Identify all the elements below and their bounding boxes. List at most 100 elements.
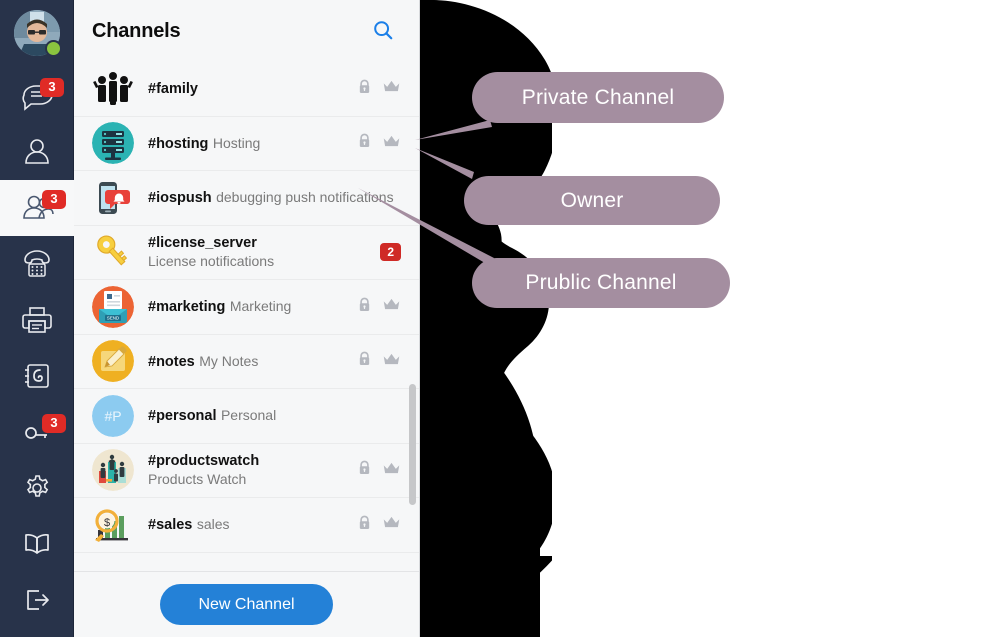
callout-public-channel[interactable]: Prublic Channel xyxy=(472,258,730,308)
crown-icon xyxy=(382,78,401,99)
phone-alert-icon-avatar xyxy=(92,176,134,219)
channels-panel: Channels #family #hosting Hosting #iospu… xyxy=(74,0,420,637)
channel-name: #productswatch xyxy=(148,452,260,469)
svg-text:$: $ xyxy=(104,517,110,529)
list-item-text: #license_server License notifications xyxy=(148,234,380,271)
list-item-text: #family xyxy=(148,79,356,99)
list-item-text: #sales sales xyxy=(148,515,356,534)
panel-header: Channels xyxy=(74,0,419,62)
channel-name: #marketing xyxy=(148,299,226,316)
unread-badge: 2 xyxy=(380,243,401,262)
list-item[interactable]: #P #personal Personal xyxy=(74,389,419,444)
channel-description: sales xyxy=(196,516,230,533)
app-root: 3 3 3 Channels #family #hosting Hosting … xyxy=(0,0,1000,637)
callout-private-channel[interactable]: Private Channel xyxy=(472,72,724,123)
channel-description: License notifications xyxy=(148,252,275,269)
sidebar-badge-contacts: 3 xyxy=(42,190,66,209)
list-item-text: #hosting Hosting xyxy=(148,134,356,153)
sidebar-item-settings[interactable] xyxy=(0,460,74,516)
crown-icon xyxy=(382,460,401,481)
logout-icon xyxy=(20,583,54,617)
lock-icon xyxy=(356,514,373,536)
channel-description: Products Watch xyxy=(148,470,247,487)
sidebar-item-user[interactable] xyxy=(0,124,74,180)
list-item-text: #iospush debugging push notifications xyxy=(148,188,401,207)
lock-icon xyxy=(356,78,373,100)
hash-p-initial-avatar: #P xyxy=(92,394,134,437)
channel-description: debugging push notifications xyxy=(216,189,394,206)
channel-description: Marketing xyxy=(229,298,292,315)
lock-icon xyxy=(356,459,373,481)
panel-footer: New Channel xyxy=(74,571,419,637)
row-meta xyxy=(356,296,401,318)
sidebar-item-search[interactable]: 3 xyxy=(0,404,74,460)
search-icon xyxy=(372,19,394,44)
list-item[interactable]: #hosting Hosting xyxy=(74,117,419,171)
channel-description: Personal xyxy=(220,407,277,424)
printer-icon xyxy=(20,303,54,337)
callout-owner[interactable]: Owner xyxy=(464,176,720,225)
list-item-text: #personal Personal xyxy=(148,406,401,425)
row-meta xyxy=(356,78,401,100)
sidebar-badge-search: 3 xyxy=(42,414,66,433)
list-item[interactable]: #productswatch Products Watch xyxy=(74,444,419,498)
crown-icon xyxy=(382,351,401,372)
server-icon-avatar xyxy=(92,122,134,165)
channel-list[interactable]: #family #hosting Hosting #iospush debugg… xyxy=(74,62,419,571)
channel-name: #hosting xyxy=(148,135,209,152)
list-item[interactable]: SEND #marketing Marketing xyxy=(74,280,419,335)
address-book-icon xyxy=(20,359,54,393)
lock-icon xyxy=(356,296,373,318)
channel-name: #personal xyxy=(148,408,217,425)
crown-icon xyxy=(382,514,401,535)
list-item[interactable]: $ #sales sales xyxy=(74,498,419,553)
mail-send-icon-avatar: SEND xyxy=(92,285,134,328)
sidebar-item-logout[interactable] xyxy=(0,572,74,628)
list-item[interactable]: #family xyxy=(74,62,419,117)
sidebar-item-address-book[interactable] xyxy=(0,348,74,404)
channel-name: #family xyxy=(148,80,198,97)
channel-description: Hosting xyxy=(212,134,261,151)
lock-icon xyxy=(356,350,373,372)
key-icon-avatar xyxy=(92,231,134,274)
list-item-text: #notes My Notes xyxy=(148,352,356,371)
list-item[interactable]: #iospush debugging push notifications xyxy=(74,171,419,226)
new-channel-button[interactable]: New Channel xyxy=(160,584,333,625)
row-meta xyxy=(356,132,401,154)
channel-name: #license_server xyxy=(148,234,257,251)
sidebar-badge-chat: 3 xyxy=(40,78,64,97)
sidebar-item-chat[interactable]: 3 xyxy=(0,68,74,124)
sidebar-item-book[interactable] xyxy=(0,516,74,572)
gear-icon xyxy=(20,471,54,505)
list-item-text: #productswatch Products Watch xyxy=(148,452,356,489)
telephone-icon xyxy=(20,247,54,281)
channel-description: My Notes xyxy=(199,352,259,369)
sidebar-item-phone[interactable] xyxy=(0,236,74,292)
row-meta: 2 xyxy=(380,243,401,262)
row-meta xyxy=(356,514,401,536)
crown-icon xyxy=(382,296,401,317)
sidebar-item-contacts[interactable]: 3 xyxy=(0,180,74,236)
list-item[interactable]: #license_server License notifications 2 xyxy=(74,226,419,280)
crown-icon xyxy=(382,133,401,154)
row-meta xyxy=(356,459,401,481)
dollar-chart-icon-avatar: $ xyxy=(92,503,134,546)
bar-people-icon-avatar xyxy=(92,449,134,492)
channel-name: #notes xyxy=(148,353,195,370)
book-icon xyxy=(20,527,54,561)
list-item[interactable]: #notes My Notes xyxy=(74,335,419,389)
lock-icon xyxy=(356,132,373,154)
search-button[interactable] xyxy=(369,17,397,45)
svg-text:SEND: SEND xyxy=(107,315,119,320)
family-emoji-avatar xyxy=(92,67,134,110)
sidebar-item-printer[interactable] xyxy=(0,292,74,348)
vertical-scrollbar[interactable] xyxy=(409,384,416,505)
presence-indicator-online xyxy=(45,40,62,57)
svg-text:#P: #P xyxy=(104,408,121,424)
channel-name: #sales xyxy=(148,517,193,534)
row-meta xyxy=(356,350,401,372)
list-item-text: #marketing Marketing xyxy=(148,297,356,316)
channel-name: #iospush xyxy=(148,190,212,207)
avatar[interactable] xyxy=(14,10,62,57)
page-title: Channels xyxy=(92,19,181,42)
